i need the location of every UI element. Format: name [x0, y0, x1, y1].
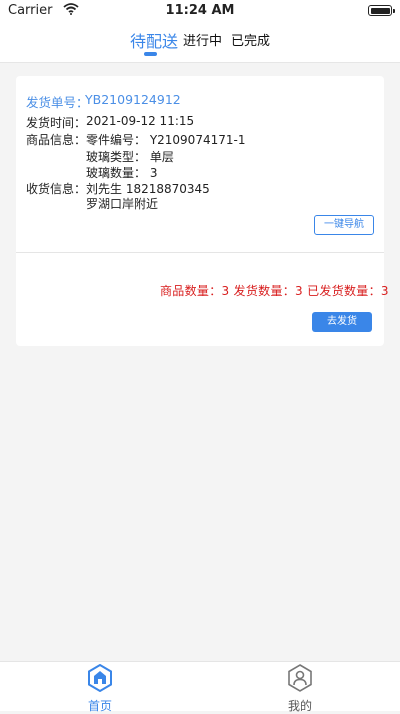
tab-pending-delivery[interactable]: 待配送 — [130, 28, 178, 52]
order-number-label: 发货单号： — [26, 95, 89, 110]
battery-icon — [368, 5, 395, 16]
tab-in-progress[interactable]: 进行中 — [183, 30, 222, 49]
receiver-label: 收货信息： — [26, 182, 87, 196]
tab-bar: 待配送 进行中 已完成 — [0, 22, 400, 63]
goods-label: 商品信息： — [26, 133, 87, 147]
receiver-address: 罗湖口岸附近 — [86, 197, 159, 211]
clock: 11:24 AM — [165, 3, 235, 18]
user-icon — [270, 664, 330, 696]
bottom-nav: 首页 我的 — [0, 661, 400, 714]
order-card: 发货单号： YB2109124912 发货时间： 2021-09-12 11:1… — [16, 76, 389, 346]
home-icon — [70, 663, 130, 696]
one-click-navigation-button[interactable]: 一键导航 — [314, 215, 374, 235]
glass-quantity: 玻璃数量： 3 — [86, 166, 158, 180]
glass-type: 玻璃类型： 单层 — [86, 150, 174, 164]
nav-mine-label: 我的 — [287, 699, 312, 713]
ship-time: 2021-09-12 11:15 — [86, 114, 195, 128]
nav-home[interactable]: 首页 — [70, 663, 130, 714]
ship-button[interactable]: 去发货 — [312, 312, 372, 332]
active-tab-indicator — [144, 52, 157, 56]
card-divider — [16, 252, 384, 253]
ship-time-label: 发货时间： — [26, 116, 87, 130]
tab-completed[interactable]: 已完成 — [231, 30, 270, 49]
nav-mine[interactable]: 我的 — [270, 664, 330, 714]
status-bar: Carrier 11:24 AM — [0, 0, 400, 22]
part-number: 零件编号： Y2109074171-1 — [86, 133, 246, 147]
order-number: YB2109124912 — [85, 92, 181, 107]
quantity-summary: 商品数量：3 发货数量：3 已发货数量：3 — [160, 284, 389, 298]
nav-home-label: 首页 — [87, 699, 112, 713]
